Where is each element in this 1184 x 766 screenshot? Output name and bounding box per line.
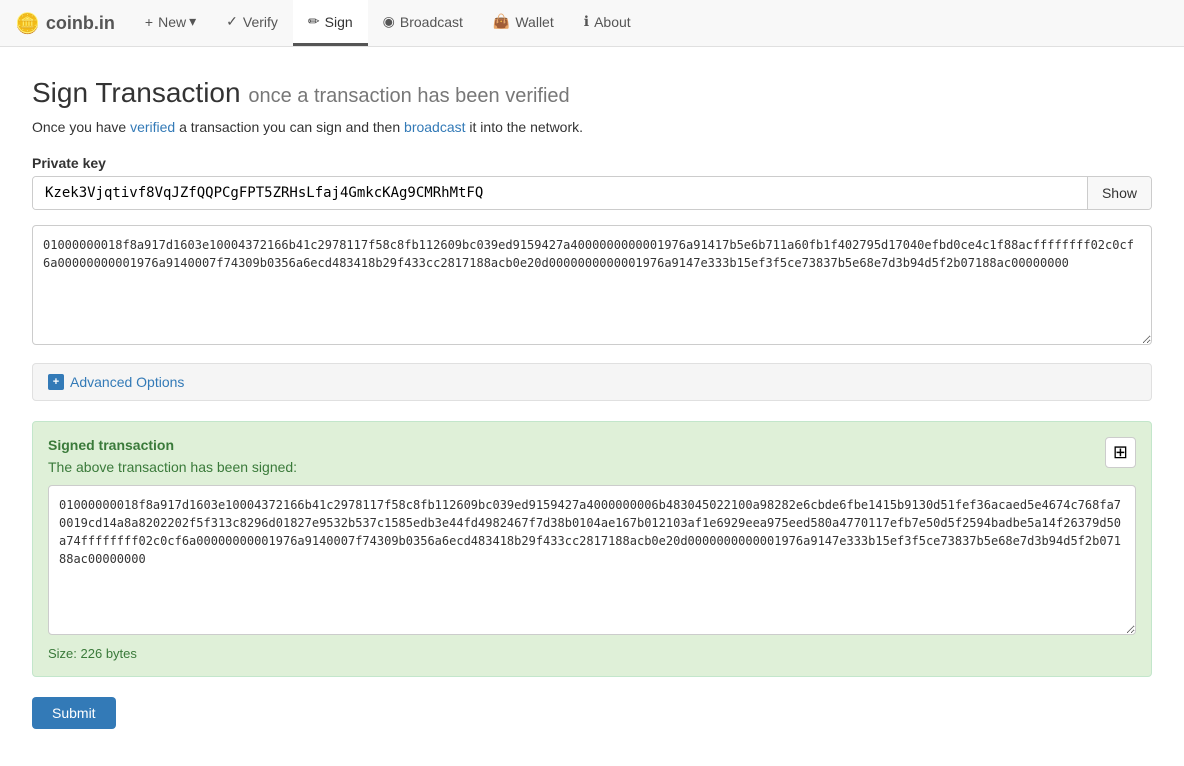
nav-label-new: New	[158, 14, 186, 30]
nav-link-wallet[interactable]: 👜 Wallet	[478, 0, 569, 46]
intro-text-before: Once you have	[32, 119, 126, 135]
signed-tx-textarea[interactable]: 01000000018f8a917d1603e10004372166b41c29…	[48, 485, 1136, 635]
nav-label-broadcast: Broadcast	[400, 14, 463, 30]
nav-label-wallet: Wallet	[515, 14, 553, 30]
broadcast-link[interactable]: broadcast	[404, 119, 465, 135]
nav-link-about[interactable]: ℹ About	[569, 0, 646, 46]
nav-label-verify: Verify	[243, 14, 278, 30]
signed-tx-subtitle: The above transaction has been signed:	[48, 459, 1136, 475]
advanced-options-bar[interactable]: + Advanced Options	[32, 363, 1152, 401]
dropdown-arrow-icon: ▾	[189, 13, 196, 30]
signed-transaction-box: Signed transaction The above transaction…	[32, 421, 1152, 677]
brand-icon: 🪙	[15, 11, 40, 36]
intro-text-end: it into the network.	[469, 119, 583, 135]
nav-link-new[interactable]: + New ▾	[130, 0, 211, 46]
nav-item-about: ℹ About	[569, 0, 646, 46]
intro-paragraph: Once you have verified a transaction you…	[32, 119, 1152, 135]
transaction-textarea[interactable]: 01000000018f8a917d1603e10004372166b41c29…	[32, 225, 1152, 345]
nav-item-broadcast: ◉ Broadcast	[368, 0, 478, 46]
page-subtitle: once a transaction has been verified	[248, 85, 569, 107]
nav-link-sign[interactable]: ✏ Sign	[293, 0, 368, 46]
signed-tx-title: Signed transaction	[48, 437, 1136, 453]
plus-box-icon: +	[48, 374, 64, 390]
intro-text-middle: a transaction you can sign and then	[179, 119, 400, 135]
checkmark-icon: ✓	[226, 13, 238, 30]
nav-label-about: About	[594, 14, 631, 30]
nav-menu: + New ▾ ✓ Verify ✏ Sign ◉ Broadcast	[130, 0, 646, 46]
main-content: Sign Transaction once a transaction has …	[12, 47, 1172, 749]
qr-code-button[interactable]: ⊞	[1105, 437, 1136, 468]
nav-link-broadcast[interactable]: ◉ Broadcast	[368, 0, 478, 46]
private-key-input[interactable]	[33, 177, 1087, 209]
private-key-group: Show	[32, 176, 1152, 210]
submit-button[interactable]: Submit	[32, 697, 116, 729]
brand-name: coinb.in	[46, 13, 115, 34]
pencil-icon: ✏	[308, 13, 320, 30]
nav-item-new: + New ▾	[130, 0, 211, 46]
signed-tx-size: Size: 226 bytes	[48, 646, 1136, 661]
show-button[interactable]: Show	[1087, 177, 1151, 209]
info-icon: ℹ	[584, 13, 589, 30]
nav-item-verify: ✓ Verify	[211, 0, 293, 46]
advanced-options-label: Advanced Options	[70, 374, 184, 390]
verified-link[interactable]: verified	[130, 119, 175, 135]
nav-item-sign: ✏ Sign	[293, 0, 368, 46]
broadcast-icon: ◉	[383, 13, 395, 30]
plus-icon: +	[145, 14, 153, 30]
page-title: Sign Transaction once a transaction has …	[32, 77, 1152, 109]
nav-link-verify[interactable]: ✓ Verify	[211, 0, 293, 46]
private-key-label: Private key	[32, 155, 1152, 171]
wallet-icon: 👜	[493, 13, 510, 30]
page-title-main: Sign Transaction	[32, 77, 241, 108]
brand-logo[interactable]: 🪙 coinb.in	[10, 0, 130, 46]
nav-item-wallet: 👜 Wallet	[478, 0, 569, 46]
navbar: 🪙 coinb.in + New ▾ ✓ Verify ✏ Sign ◉	[0, 0, 1184, 47]
nav-label-sign: Sign	[325, 14, 353, 30]
qr-code-icon: ⊞	[1113, 442, 1128, 462]
